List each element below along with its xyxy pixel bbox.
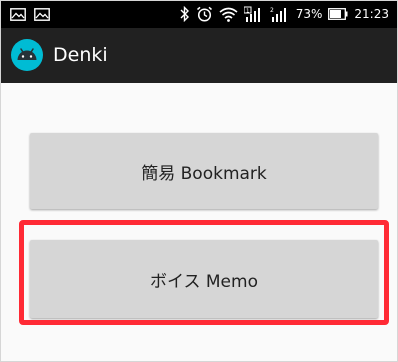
wifi-icon: [219, 7, 238, 22]
status-time: 21:23: [354, 7, 389, 21]
main-content: 簡易 Bookmark ボイス Memo: [1, 83, 397, 361]
image-notification-icon: [34, 7, 50, 21]
battery-icon: [328, 8, 348, 20]
status-bar: 1 2 73% 21:23: [1, 1, 397, 28]
signal-sim2-icon: 2: [270, 6, 290, 22]
alarm-icon: [196, 6, 213, 22]
button-label: ボイス Memo: [150, 271, 258, 292]
svg-text:1: 1: [246, 8, 250, 14]
image-notification-icon: [10, 7, 26, 21]
voice-memo-button[interactable]: ボイス Memo: [30, 240, 378, 318]
app-bar: Denki: [1, 28, 397, 83]
svg-text:2: 2: [270, 7, 274, 14]
app-screen: 1 2 73% 21:23 Denki 簡易 Bookmark ボイス Memo: [0, 0, 398, 362]
button-label: 簡易 Bookmark: [141, 163, 267, 184]
status-left-icons: [10, 6, 50, 22]
app-title: Denki: [53, 44, 108, 66]
simple-bookmark-button[interactable]: 簡易 Bookmark: [30, 133, 378, 209]
status-right-icons: 1 2 73% 21:23: [180, 5, 389, 23]
android-icon: [11, 39, 43, 71]
bluetooth-icon: [180, 6, 190, 22]
battery-percent: 73%: [295, 7, 323, 21]
signal-sim1-icon: 1: [243, 6, 264, 22]
